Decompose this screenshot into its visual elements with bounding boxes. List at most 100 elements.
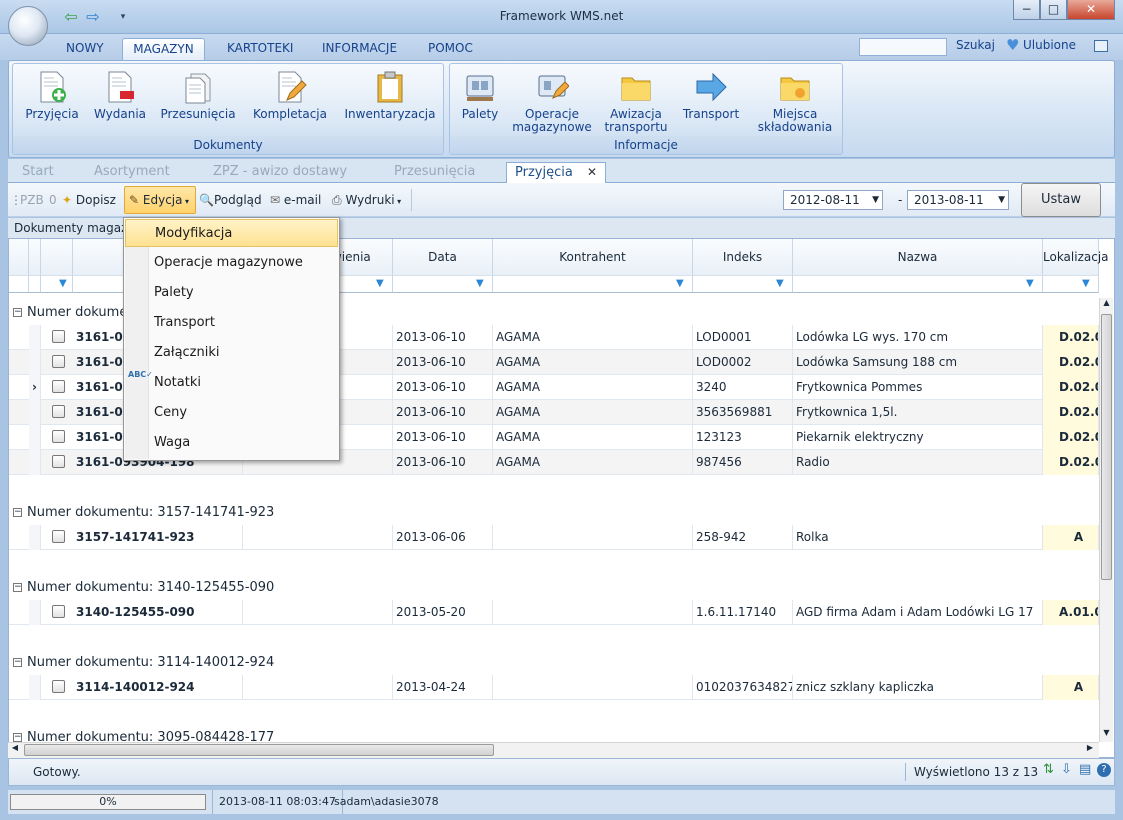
wydania-button[interactable]: Wydania — [89, 70, 151, 121]
awizacja-transportu-button[interactable]: Awizacja transportu — [602, 70, 670, 134]
row-selector[interactable] — [29, 325, 41, 350]
doctab-asortyment[interactable]: Asortyment — [80, 162, 170, 183]
collapse-icon[interactable]: − — [13, 733, 22, 742]
layout-icon[interactable] — [1094, 40, 1108, 52]
export-icon[interactable]: ⇩ — [1061, 762, 1072, 777]
vertical-scroll-thumb[interactable] — [1101, 314, 1112, 580]
search-input[interactable] — [859, 38, 947, 56]
row-selector[interactable] — [29, 450, 41, 475]
ustaw-button[interactable]: Ustaw — [1021, 183, 1101, 217]
wydruki-button[interactable]: ⎙ Wydruki ▾ — [332, 193, 401, 208]
minimize-button[interactable]: − — [1013, 0, 1040, 20]
filter-cell[interactable]: ▼ — [793, 275, 1043, 293]
filter-icon[interactable]: ▼ — [59, 279, 69, 289]
tab-kartoteki[interactable]: KARTOTEKI — [217, 38, 303, 60]
favorites-button[interactable]: Ulubione — [1023, 38, 1076, 52]
row-selector[interactable] — [29, 350, 41, 375]
menu-item-transport[interactable]: Transport — [125, 309, 338, 337]
filter-icon[interactable]: ▼ — [476, 279, 486, 289]
table-row[interactable]: 3114-140012-924 2013-04-24 01020376348276 z… — [9, 675, 1099, 700]
podglad-button[interactable]: 🔍Podgląd — [199, 193, 262, 207]
row-selector[interactable] — [29, 525, 41, 550]
przesuniecia-button[interactable]: Przesunięcia — [157, 70, 239, 121]
menu-item-ceny[interactable]: Ceny — [125, 399, 338, 427]
help-icon[interactable]: ? — [1097, 763, 1111, 777]
filter-icon[interactable]: ▼ — [1082, 279, 1092, 289]
scroll-up-icon[interactable]: ▲ — [1100, 298, 1113, 312]
menu-item-modyfikacja[interactable]: Modyfikacja — [125, 219, 338, 247]
filter-cell[interactable]: ▼ — [393, 275, 493, 293]
row-selector[interactable] — [29, 600, 41, 625]
tab-magazyn[interactable]: MAGAZYN — [122, 38, 205, 60]
przyjecia-button[interactable]: Przyjęcia — [19, 70, 85, 121]
filter-icon[interactable]: ▼ — [1026, 279, 1036, 289]
group-header[interactable]: − Numer dokumentu: 3157-141741-923 — [9, 501, 1099, 525]
save-icon[interactable]: ▤ — [1079, 762, 1091, 777]
collapse-icon[interactable]: − — [13, 508, 22, 517]
tab-informacje[interactable]: INFORMACJE — [312, 38, 407, 60]
column-header[interactable]: Data — [393, 239, 493, 275]
menu-item-notatki[interactable]: Notatki — [125, 369, 338, 397]
row-selector[interactable] — [29, 675, 41, 700]
email-button[interactable]: ✉ e-mail — [270, 193, 321, 207]
filter-icon[interactable]: ▼ — [376, 279, 386, 289]
scroll-left-icon[interactable]: ◀ — [8, 743, 22, 757]
row-checkbox[interactable] — [52, 455, 65, 468]
row-checkbox[interactable] — [52, 605, 65, 618]
collapse-icon[interactable]: − — [13, 583, 22, 592]
row-selector[interactable] — [29, 425, 41, 450]
menu-item-operacje-magazynowe[interactable]: Operacje magazynowe — [125, 249, 338, 277]
filter-cell[interactable]: ▼ — [693, 275, 793, 293]
miejsca-skladowania-button[interactable]: Miejsca składowania — [750, 70, 840, 134]
date-to-picker[interactable]: 2013-08-11 ▼ — [907, 190, 1009, 210]
table-row[interactable]: 3157-141741-923 2013-06-06 258-942 Rolka A — [9, 525, 1099, 550]
doctab-przesuniecia[interactable]: Przesunięcia — [380, 162, 475, 183]
tab-pomoc[interactable]: POMOC — [418, 38, 483, 60]
edycja-button[interactable]: ✎ Edycja ▾ — [124, 186, 196, 214]
row-checkbox[interactable] — [52, 680, 65, 693]
filter-cell[interactable]: ▼ — [1043, 275, 1099, 293]
row-checkbox[interactable] — [52, 530, 65, 543]
maximize-button[interactable]: □ — [1040, 0, 1067, 20]
column-header[interactable]: Indeks — [693, 239, 793, 275]
doctab-zpz[interactable]: ZPZ - awizo dostawy — [199, 162, 347, 183]
vertical-scrollbar[interactable]: ▲ ▼ — [1099, 298, 1113, 742]
column-header[interactable]: Lokalizacja — [1043, 239, 1109, 275]
row-selector[interactable]: › — [29, 375, 41, 400]
forward-arrow-icon[interactable]: ⇨ — [84, 9, 102, 25]
filter-icon[interactable]: ▼ — [776, 279, 786, 289]
scroll-right-icon[interactable]: ▶ — [1083, 743, 1097, 757]
filter-cell[interactable]: ▼ — [493, 275, 693, 293]
doctab-przyjecia[interactable]: Przyjęcia ✕ — [506, 162, 606, 183]
group-header[interactable]: − Numer dokumentu: 3114-140012-924 — [9, 651, 1099, 675]
row-selector[interactable] — [29, 400, 41, 425]
tab-nowy[interactable]: NOWY — [56, 38, 114, 60]
group-header[interactable]: − Numer dokumentu: 3140-125455-090 — [9, 576, 1099, 600]
application-orb-button[interactable] — [8, 6, 48, 46]
operacje-magazynowe-button[interactable]: Operacje magazynowe — [508, 70, 596, 134]
filter-icon[interactable]: ▼ — [676, 279, 686, 289]
horizontal-scroll-thumb[interactable] — [24, 744, 494, 756]
row-checkbox[interactable] — [52, 330, 65, 343]
transport-button[interactable]: Transport — [676, 70, 746, 121]
quick-access-dropdown-icon[interactable]: ▾ — [114, 9, 132, 25]
menu-item-waga[interactable]: Waga — [125, 429, 338, 457]
row-checkbox[interactable] — [52, 430, 65, 443]
row-checkbox[interactable] — [52, 380, 65, 393]
refresh-icon[interactable]: ⇅ — [1043, 762, 1054, 777]
menu-item-palety[interactable]: Palety — [125, 279, 338, 307]
column-header[interactable]: Nazwa — [793, 239, 1043, 275]
row-checkbox[interactable] — [52, 405, 65, 418]
menu-item-zalaczniki[interactable]: Załączniki — [125, 339, 338, 367]
doctab-start[interactable]: Start — [8, 162, 54, 183]
collapse-icon[interactable]: − — [13, 658, 22, 667]
palety-button[interactable]: Palety — [454, 70, 506, 121]
back-arrow-icon[interactable]: ⇦ — [62, 9, 80, 25]
inwentaryzacja-button[interactable]: Inwentaryzacja — [340, 70, 440, 121]
close-button[interactable]: ✕ — [1067, 0, 1115, 20]
search-button[interactable]: Szukaj — [956, 38, 995, 52]
scroll-down-icon[interactable]: ▼ — [1100, 728, 1113, 742]
column-header[interactable]: Kontrahent — [493, 239, 693, 275]
date-from-picker[interactable]: 2012-08-11 ▼ — [783, 190, 883, 210]
horizontal-scrollbar[interactable]: ◀ ▶ — [8, 742, 1099, 758]
